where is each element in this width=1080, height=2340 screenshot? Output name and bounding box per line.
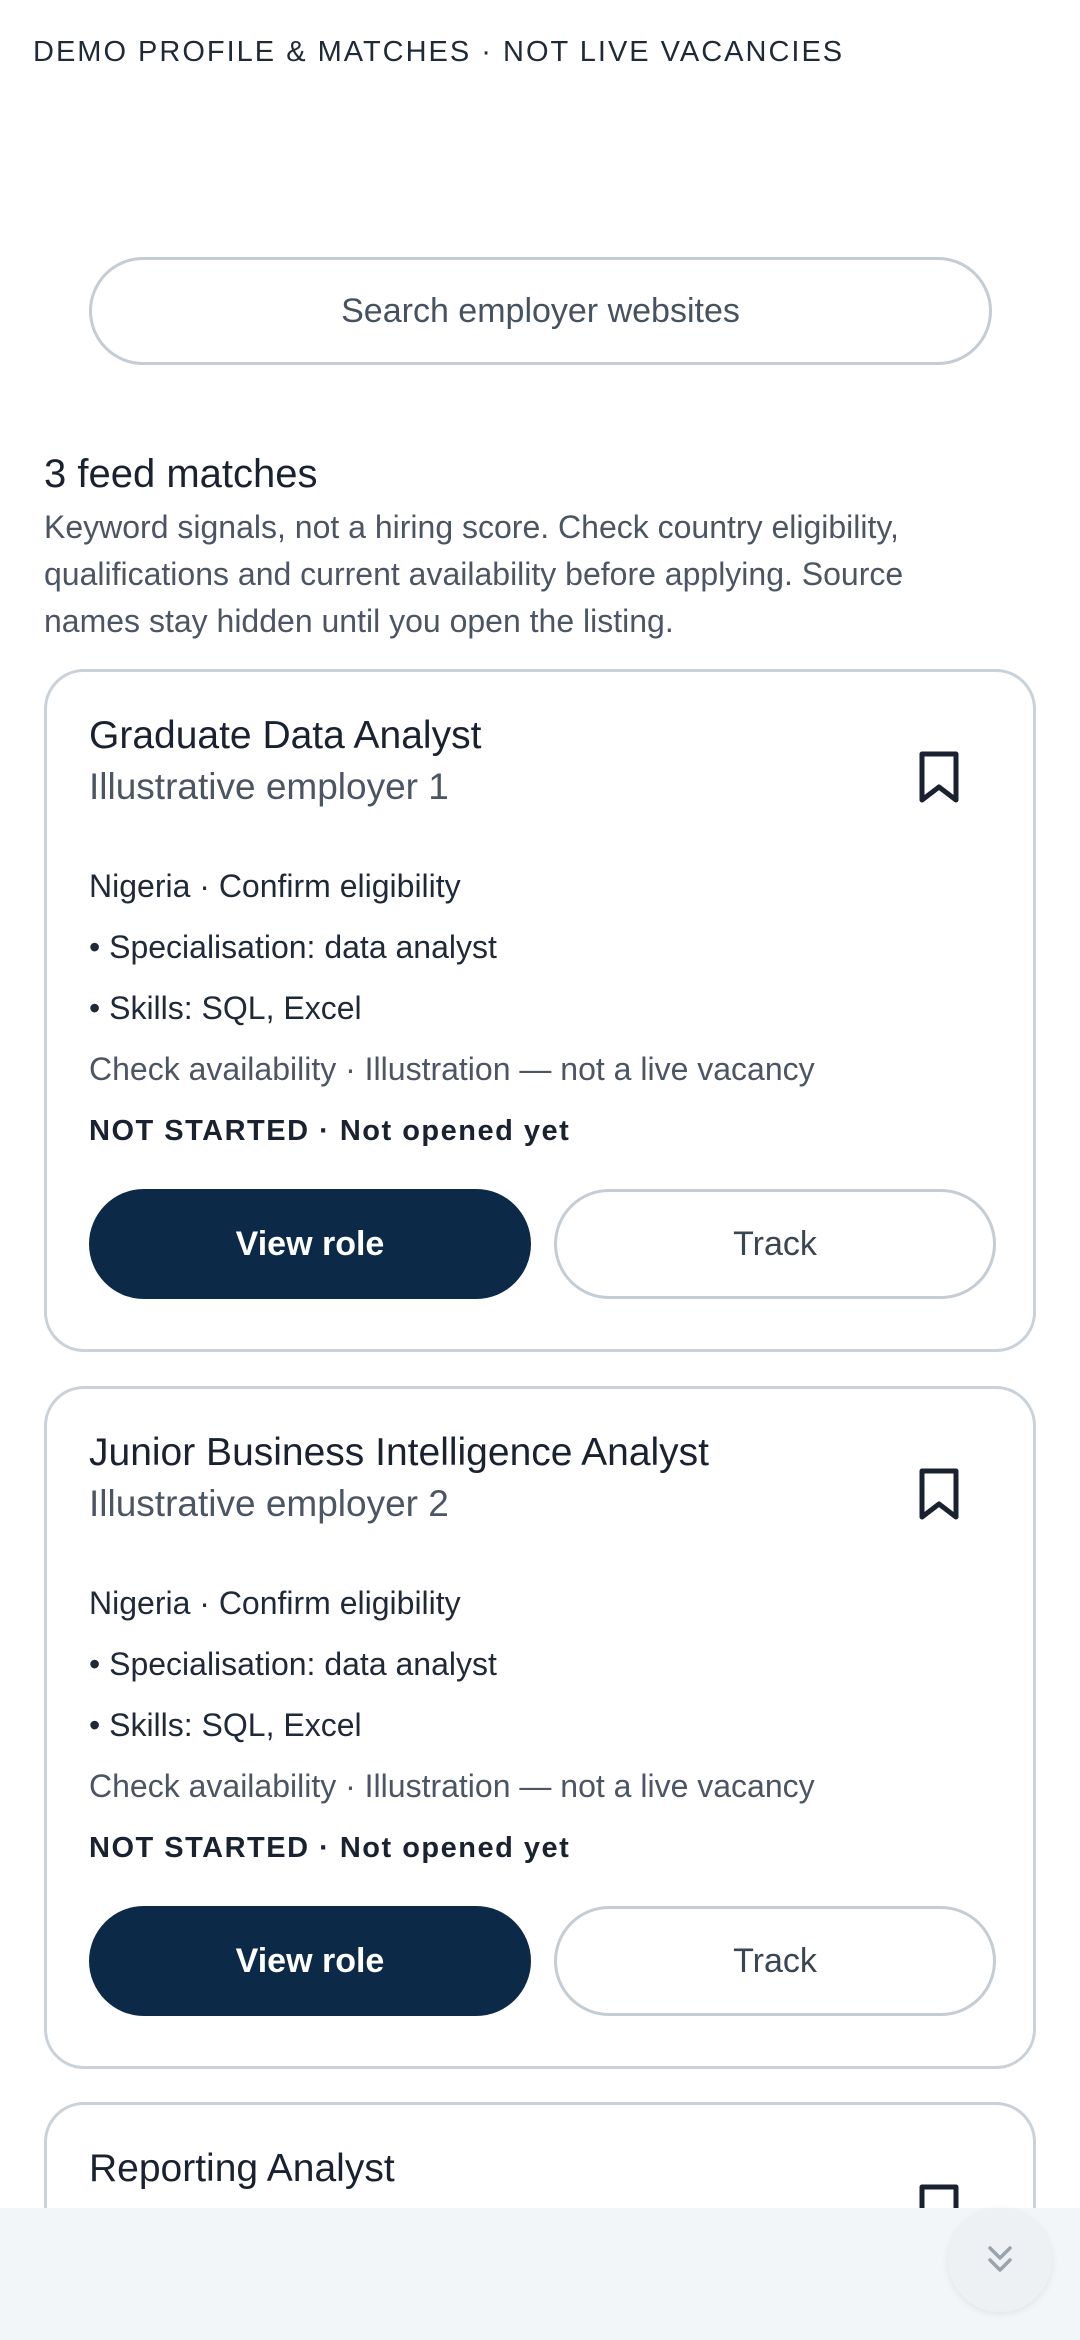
- job-card: Graduate Data Analyst Illustrative emplo…: [44, 669, 1036, 1352]
- job-title[interactable]: Reporting Analyst: [89, 2147, 395, 2191]
- bookmark-icon[interactable]: [917, 1467, 961, 1521]
- search-employer-websites-button[interactable]: Search employer websites: [89, 257, 992, 365]
- job-skills: • Skills: SQL, Excel: [89, 1707, 362, 1743]
- view-role-button[interactable]: View role: [89, 1189, 531, 1299]
- job-card: Junior Business Intelligence Analyst Ill…: [44, 1386, 1036, 2069]
- page: DEMO PROFILE & MATCHES · NOT LIVE VACANC…: [0, 0, 1080, 2340]
- view-role-button[interactable]: View role: [89, 1906, 531, 2016]
- job-specialisation: • Specialisation: data analyst: [89, 929, 497, 965]
- job-title[interactable]: Junior Business Intelligence Analyst: [89, 1431, 709, 1475]
- results-count-title: 3 feed matches: [44, 452, 318, 496]
- employer-name: Illustrative employer 1: [89, 766, 449, 807]
- job-location: Nigeria · Confirm eligibility: [89, 1585, 461, 1621]
- bottom-bar: [0, 2208, 1080, 2340]
- double-chevron-down-icon: [988, 2246, 1012, 2272]
- job-availability: Check availability · Illustration — not …: [89, 1051, 815, 1087]
- employer-name: Illustrative employer 2: [89, 1483, 449, 1524]
- status-badge: NOT STARTED · Not opened yet: [89, 1832, 571, 1864]
- job-skills: • Skills: SQL, Excel: [89, 990, 362, 1026]
- track-button[interactable]: Track: [554, 1189, 996, 1299]
- job-availability: Check availability · Illustration — not …: [89, 1768, 815, 1804]
- demo-banner: DEMO PROFILE & MATCHES · NOT LIVE VACANC…: [33, 36, 845, 68]
- bookmark-icon[interactable]: [917, 750, 961, 804]
- track-button[interactable]: Track: [554, 1906, 996, 2016]
- job-title[interactable]: Graduate Data Analyst: [89, 714, 481, 758]
- job-location: Nigeria · Confirm eligibility: [89, 868, 461, 904]
- job-specialisation: • Specialisation: data analyst: [89, 1646, 497, 1682]
- scroll-down-button[interactable]: [948, 2208, 1052, 2312]
- results-description: Keyword signals, not a hiring score. Che…: [44, 509, 904, 639]
- status-badge: NOT STARTED · Not opened yet: [89, 1115, 571, 1147]
